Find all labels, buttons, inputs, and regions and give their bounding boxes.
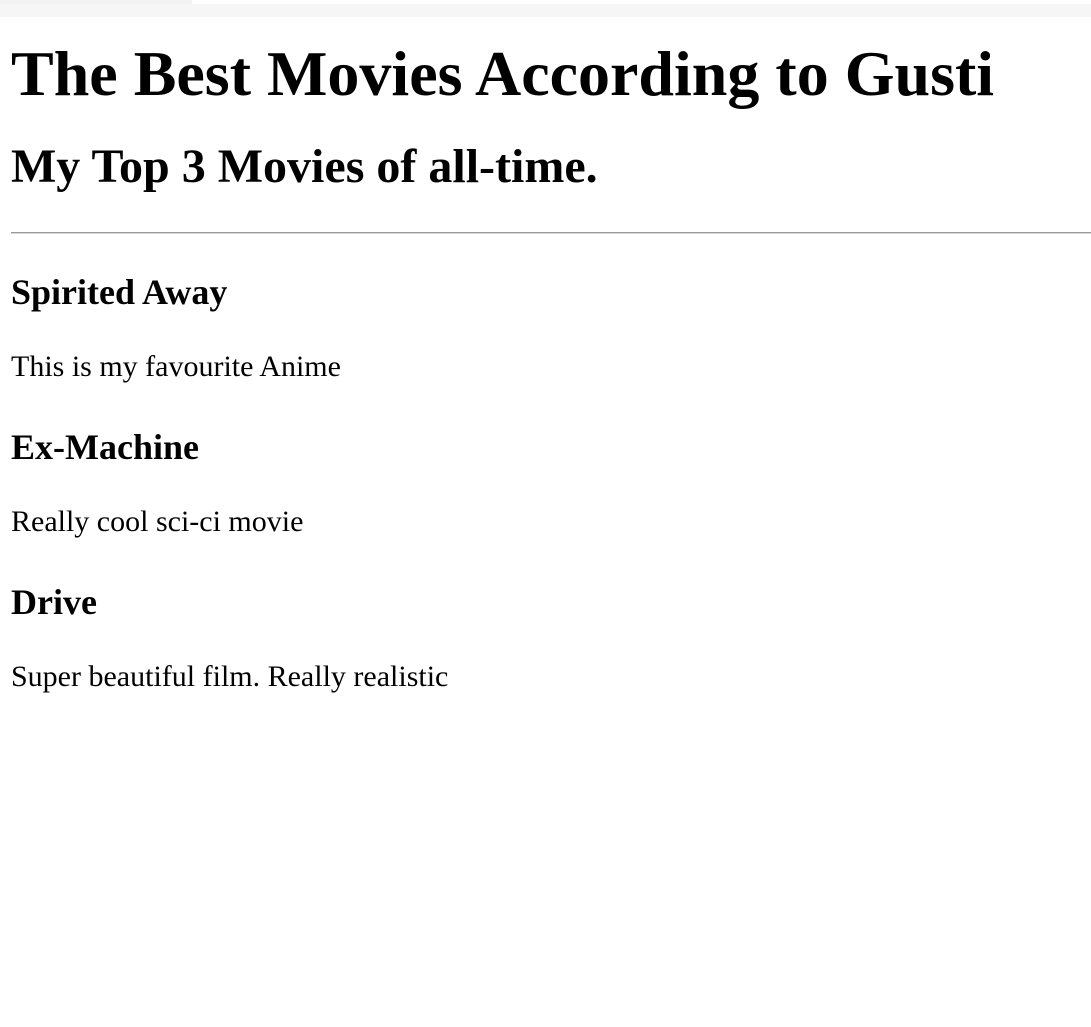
- tab-bar: [0, 4, 1091, 17]
- browser-tab-strip: [0, 0, 1091, 17]
- page-title: The Best Movies According to Gusti: [11, 38, 995, 109]
- movie-title: Ex-Machine: [11, 427, 199, 467]
- movie-title: Drive: [11, 582, 97, 622]
- movie-description: Super beautiful film. Really realistic: [11, 660, 449, 693]
- movie-title: Spirited Away: [11, 272, 228, 312]
- movie-item-drive: Drive Super beautiful film. Really reali…: [11, 581, 1091, 695]
- section-divider: [11, 232, 1091, 234]
- movie-item-ex-machine: Ex-Machine Really cool sci-ci movie: [11, 426, 1091, 540]
- page-subtitle: My Top 3 Movies of all-time.: [11, 140, 598, 193]
- movie-list: Spirited Away This is my favourite Anime…: [11, 271, 1091, 695]
- movie-description: This is my favourite Anime: [11, 350, 341, 383]
- movie-description: Really cool sci-ci movie: [11, 505, 304, 538]
- movie-item-spirited-away: Spirited Away This is my favourite Anime: [11, 271, 1091, 385]
- page-content: The Best Movies According to Gusti My To…: [11, 17, 1091, 695]
